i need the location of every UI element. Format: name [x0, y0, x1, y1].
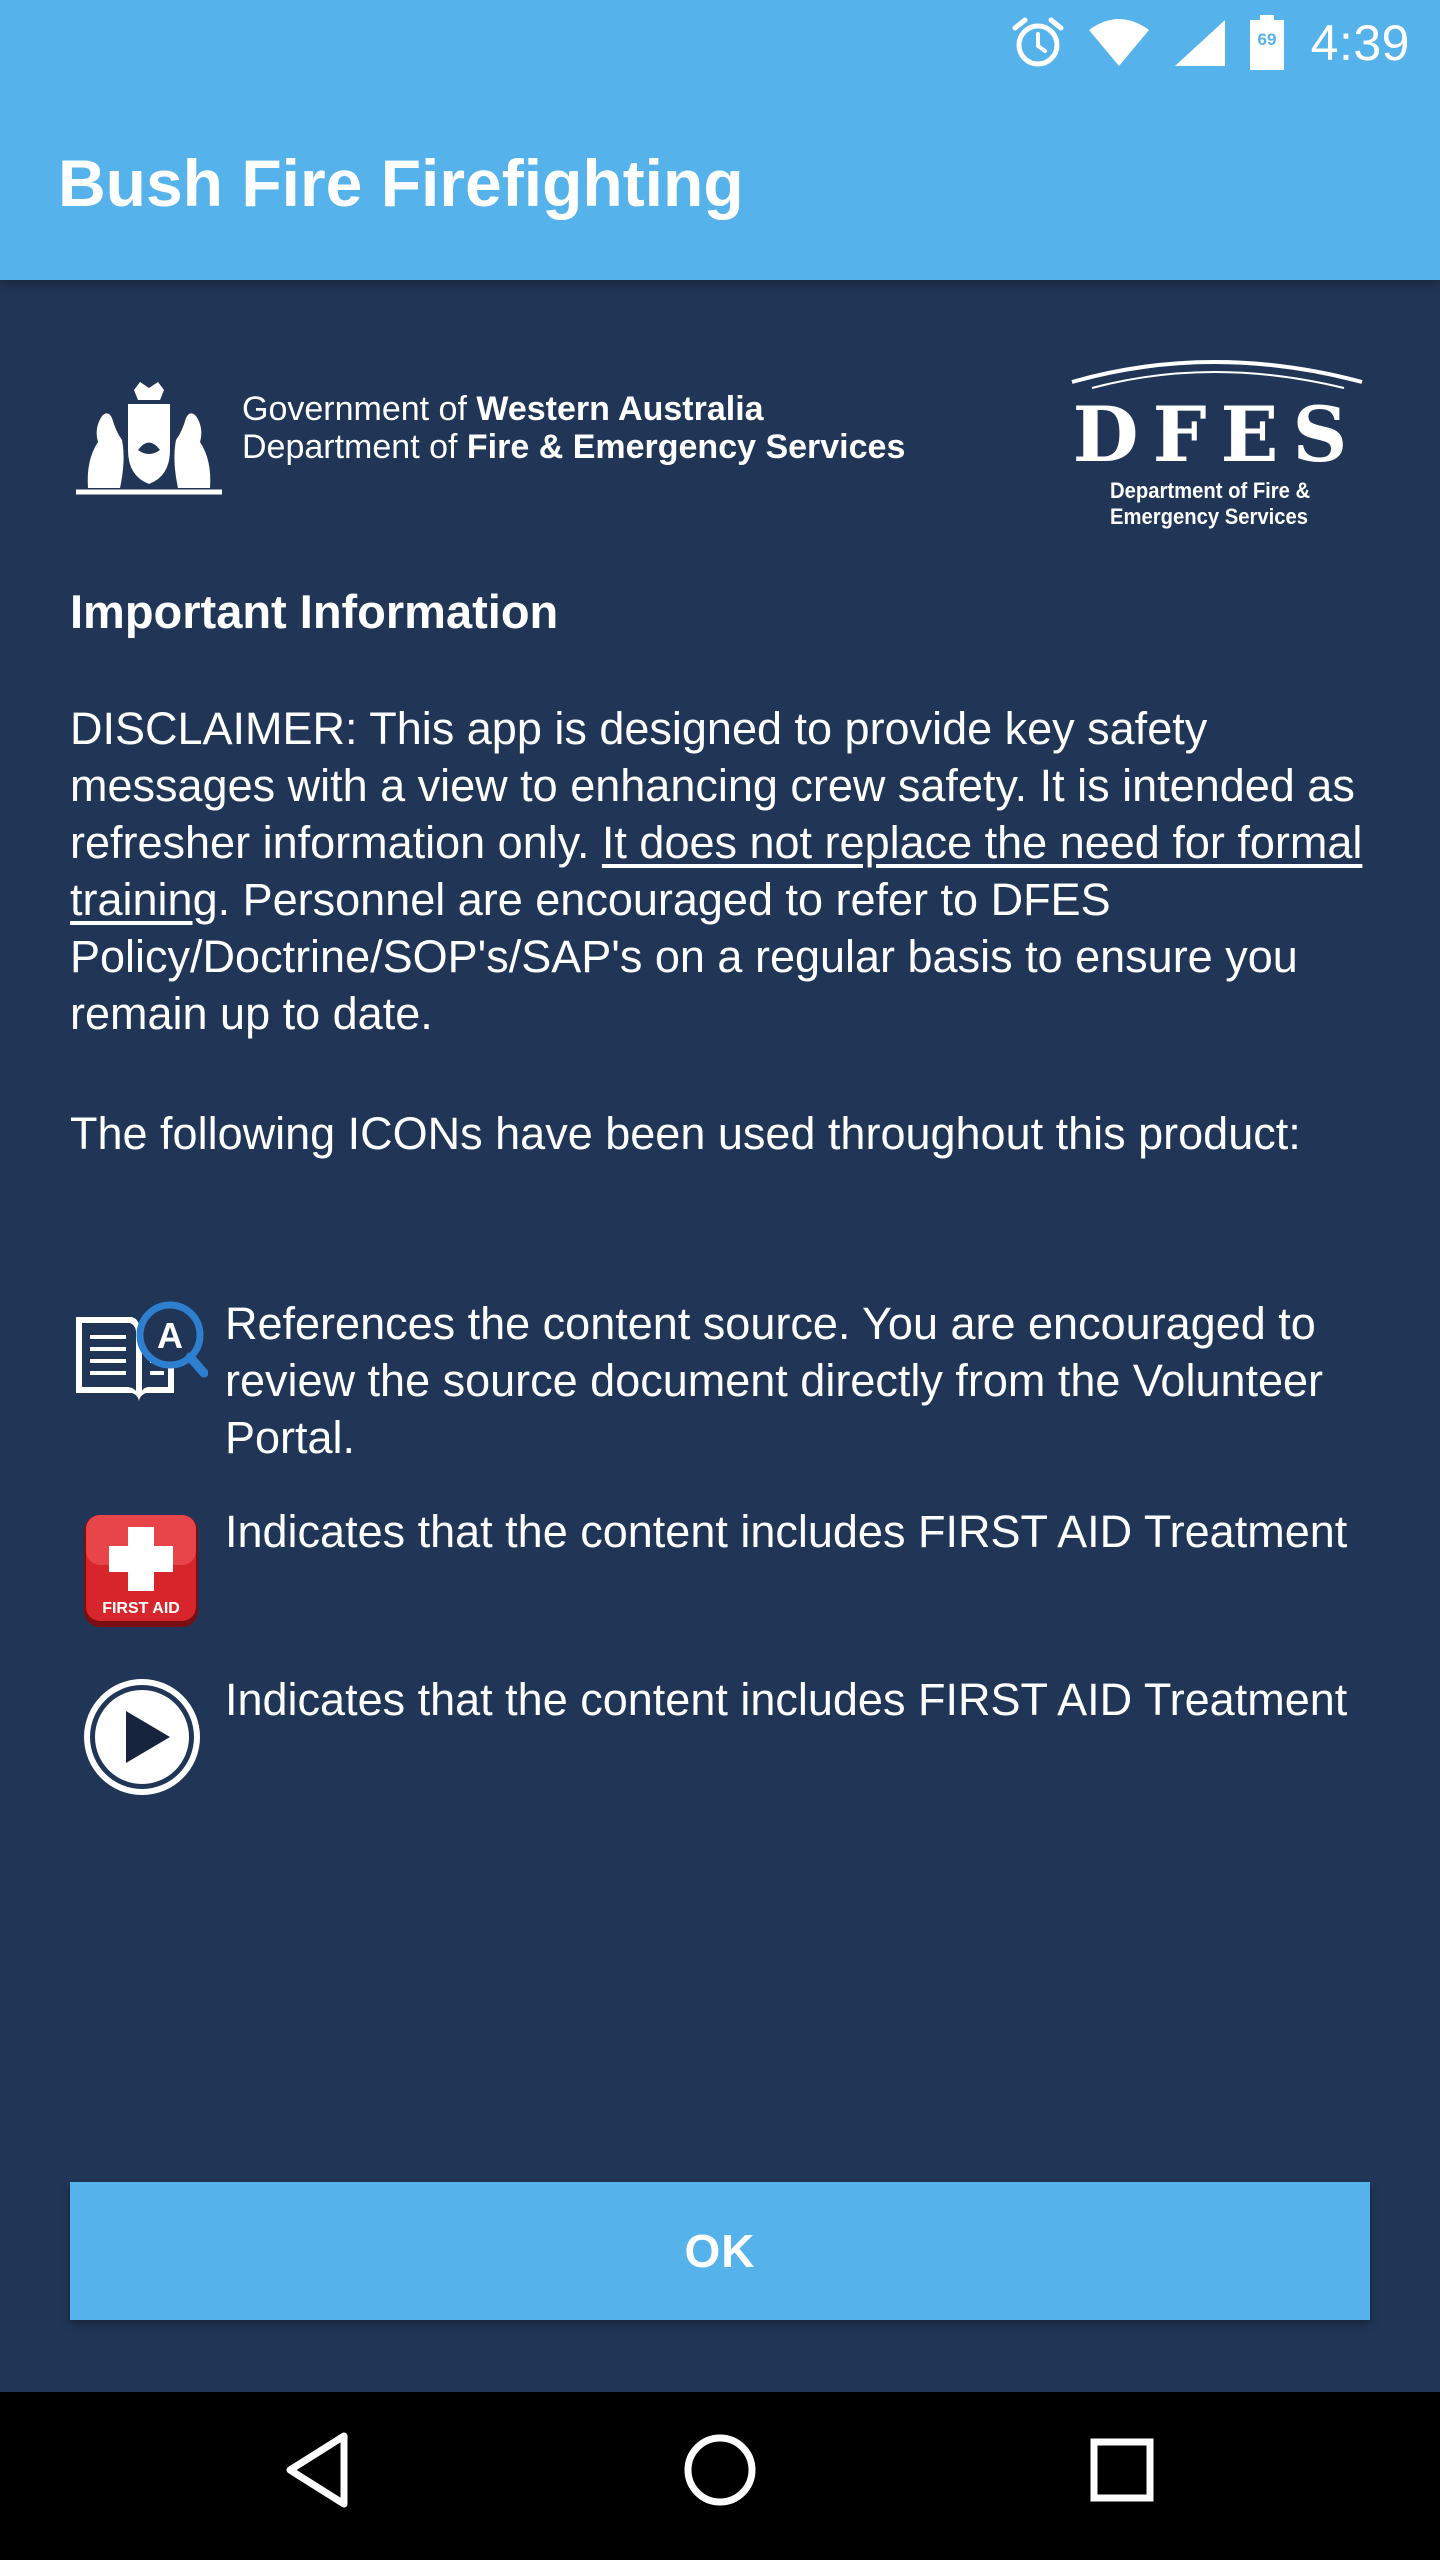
alarm-clock-icon	[1012, 17, 1064, 67]
reference-book-icon: A	[76, 1301, 208, 1401]
battery-level-text: 69	[1257, 30, 1276, 49]
svg-text:A: A	[157, 1315, 183, 1356]
gov-wa-text: Government of Western Australia Departme…	[242, 390, 905, 466]
recent-apps-icon[interactable]	[1082, 2430, 1162, 2510]
dfes-logo-text: DFES	[1072, 390, 1362, 479]
status-time: 4:39	[1310, 15, 1410, 71]
app-top-bar: 69 4:39 Bush Fire Firefighting	[0, 0, 1440, 280]
wa-coat-of-arms-icon	[76, 382, 222, 495]
gov-wa-line1: Government of Western Australia	[242, 390, 764, 428]
legend-text-first-aid: Indicates that the content includes FIRS…	[225, 1506, 1348, 1557]
home-icon[interactable]	[680, 2430, 760, 2510]
first-aid-icon-label: FIRST AID	[102, 1600, 180, 1617]
android-nav-bar	[0, 2392, 1440, 2560]
status-bar: 69 4:39	[0, 0, 1440, 84]
icons-intro-text: The following ICONs have been used throu…	[70, 1108, 1301, 1159]
status-icons: 69 4:39	[1011, 8, 1410, 78]
ok-button[interactable]: OK	[70, 2182, 1370, 2320]
first-aid-icon: FIRST AID	[84, 1515, 198, 1627]
cell-signal-icon	[1174, 20, 1225, 66]
dfes-logo: DFES Department of Fire & Emergency Serv…	[1062, 348, 1372, 538]
disclaimer-text: DISCLAIMER: This app is designed to prov…	[70, 703, 1363, 1039]
legend-text-play: Indicates that the content includes FIRS…	[225, 1674, 1348, 1725]
gov-wa-line2: Department of Fire & Emergency Services	[242, 428, 906, 466]
back-icon[interactable]	[282, 2430, 352, 2510]
play-video-icon	[84, 1679, 200, 1795]
dfes-logo-subtitle: Department of Fire & Emergency Services	[1110, 478, 1311, 529]
app-title: Bush Fire Firefighting	[58, 146, 744, 220]
header-logos: Government of Western Australia Departme…	[0, 340, 1440, 540]
wifi-icon	[1088, 19, 1149, 66]
battery-icon: 69	[1249, 15, 1284, 70]
section-title: Important Information	[70, 585, 559, 638]
legend-text-reference: References the content source. You are e…	[225, 1298, 1324, 1463]
